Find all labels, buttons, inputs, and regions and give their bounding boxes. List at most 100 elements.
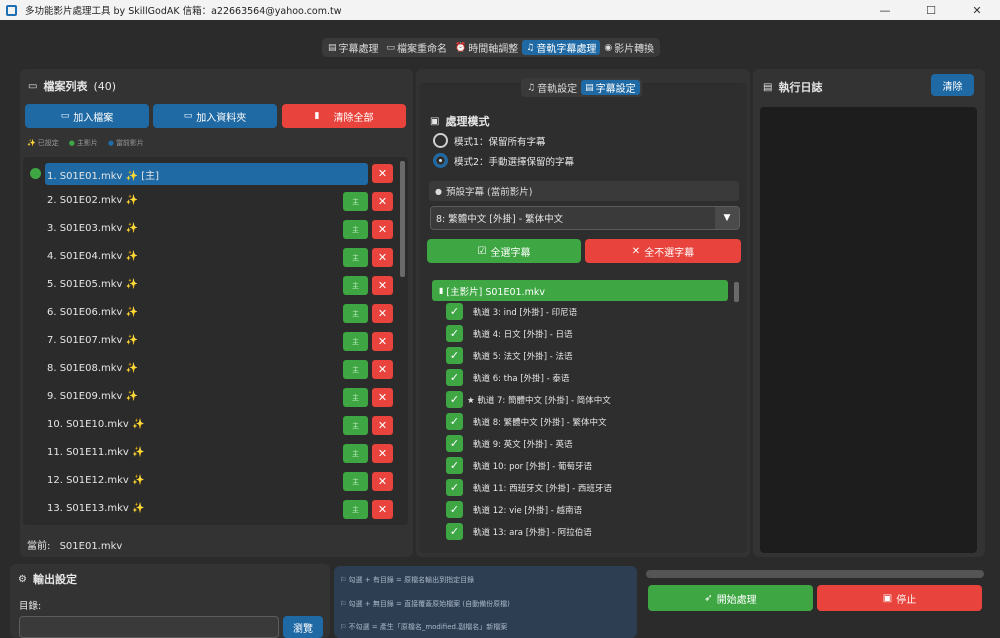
checkbox-checked[interactable]: ✓ xyxy=(446,479,463,496)
set-main-button[interactable]: 主 xyxy=(343,248,368,267)
track-item[interactable]: ✓ 軌道 5: 法文 [外掛] - 法语 xyxy=(446,345,572,366)
file-row[interactable]: 12. S01E12.mkv ✨ 主 ✕ xyxy=(23,471,393,493)
tab-audio-settings[interactable]: ♫ 音軌設定 xyxy=(523,80,581,96)
checkbox-checked[interactable]: ✓ xyxy=(446,347,463,364)
clear-all-button[interactable]: ▮ 清除全部 xyxy=(282,104,406,128)
tab-subtitle-processing[interactable]: ▤ 字幕處理 xyxy=(324,40,383,56)
tab-subtitle-settings[interactable]: ▤ 字幕設定 xyxy=(581,80,640,95)
tab-video-convert[interactable]: ◉ 影片轉換 xyxy=(600,40,658,56)
checkbox-checked[interactable]: ✓ xyxy=(446,391,463,408)
radio-button-selected[interactable] xyxy=(433,153,448,168)
file-name[interactable]: 8. S01E08.mkv ✨ xyxy=(47,363,138,374)
delete-file-button[interactable]: ✕ xyxy=(372,276,393,295)
track-item[interactable]: ✓ 軌道 6: tha [外掛] - 泰语 xyxy=(446,367,569,388)
file-row[interactable]: 5. S01E05.mkv ✨ 主 ✕ xyxy=(23,275,393,297)
file-name[interactable]: 7. S01E07.mkv ✨ xyxy=(47,335,138,346)
tab-timeline-adjust[interactable]: ⏰ 時間軸調整 xyxy=(451,40,522,56)
track-item[interactable]: ✓ 軌道 9: 英文 [外掛] - 英语 xyxy=(446,433,572,454)
maximize-button[interactable]: ☐ xyxy=(908,0,954,20)
set-main-button[interactable]: 主 xyxy=(343,332,368,351)
file-row[interactable]: 10. S01E10.mkv ✨ 主 ✕ xyxy=(23,415,393,437)
deselect-all-button[interactable]: ✕ 全不選字幕 xyxy=(585,239,741,263)
file-row[interactable]: 7. S01E07.mkv ✨ 主 ✕ xyxy=(23,331,393,353)
add-folder-button[interactable]: ▭ 加入資料夾 xyxy=(153,104,277,128)
delete-file-button[interactable]: ✕ xyxy=(372,192,393,211)
file-row[interactable]: 6. S01E06.mkv ✨ 主 ✕ xyxy=(23,303,393,325)
file-name[interactable]: 13. S01E13.mkv ✨ xyxy=(47,503,144,514)
file-row[interactable]: 4. S01E04.mkv ✨ 主 ✕ xyxy=(23,247,393,269)
file-name[interactable]: 5. S01E05.mkv ✨ xyxy=(47,279,138,290)
track-item[interactable]: ✓ 軌道 10: por [外掛] - 葡萄牙语 xyxy=(446,455,592,476)
delete-file-button[interactable]: ✕ xyxy=(372,388,393,407)
close-button[interactable]: ✕ xyxy=(954,0,1000,20)
track-item[interactable]: ✓ 軌道 3: ind [外掛] - 印尼语 xyxy=(446,301,577,322)
set-main-button[interactable]: 主 xyxy=(343,472,368,491)
file-name[interactable]: 2. S01E02.mkv ✨ xyxy=(47,195,138,206)
track-item[interactable]: ✓ 軌道 8: 繁體中文 [外掛] - 繁体中文 xyxy=(446,411,606,432)
file-name[interactable]: 10. S01E10.mkv ✨ xyxy=(47,419,144,430)
set-main-button[interactable]: 主 xyxy=(343,500,368,519)
delete-file-button[interactable]: ✕ xyxy=(372,500,393,519)
file-row[interactable]: 1. S01E01.mkv ✨ [主] ✕ xyxy=(23,163,393,185)
delete-file-button[interactable]: ✕ xyxy=(372,164,393,183)
file-row[interactable]: 8. S01E08.mkv ✨ 主 ✕ xyxy=(23,359,393,381)
file-name[interactable]: 12. S01E12.mkv ✨ xyxy=(47,475,144,486)
track-item[interactable]: ✓ 軌道 4: 日文 [外掛] - 日语 xyxy=(446,323,572,344)
add-file-button[interactable]: ▭ 加入檔案 xyxy=(25,104,149,128)
log-textarea[interactable] xyxy=(760,107,977,553)
set-main-button[interactable]: 主 xyxy=(343,192,368,211)
file-name[interactable]: 11. S01E11.mkv ✨ xyxy=(47,447,144,458)
checkbox-checked[interactable]: ✓ xyxy=(446,303,463,320)
set-main-button[interactable]: 主 xyxy=(343,388,368,407)
file-list-scrollbar[interactable] xyxy=(400,161,405,277)
file-row[interactable]: 9. S01E09.mkv ✨ 主 ✕ xyxy=(23,387,393,409)
radio-button[interactable] xyxy=(433,133,448,148)
delete-file-button[interactable]: ✕ xyxy=(372,332,393,351)
file-name[interactable]: 4. S01E04.mkv ✨ xyxy=(47,251,138,262)
minimize-button[interactable]: — xyxy=(862,0,908,20)
file-name[interactable]: 1. S01E01.mkv ✨ [主] xyxy=(47,167,159,182)
file-name[interactable]: 3. S01E03.mkv ✨ xyxy=(47,223,138,234)
track-item[interactable]: ✓ 軌道 12: vie [外掛] - 越南语 xyxy=(446,499,582,520)
checkbox-checked[interactable]: ✓ xyxy=(446,413,463,430)
set-main-button[interactable]: 主 xyxy=(343,276,368,295)
delete-file-button[interactable]: ✕ xyxy=(372,360,393,379)
mode1-radio[interactable]: 模式1：保留所有字幕 xyxy=(433,133,546,148)
browse-button[interactable]: 瀏覽 xyxy=(283,616,323,638)
start-button[interactable]: ➶ 開始處理 xyxy=(648,585,813,611)
delete-file-button[interactable]: ✕ xyxy=(372,416,393,435)
set-main-button[interactable]: 主 xyxy=(343,416,368,435)
checkbox-checked[interactable]: ✓ xyxy=(446,369,463,386)
set-main-button[interactable]: 主 xyxy=(343,444,368,463)
set-main-button[interactable]: 主 xyxy=(343,304,368,323)
stop-button[interactable]: ▣ 停止 xyxy=(817,585,982,611)
tab-file-rename[interactable]: ▭ 檔案重命名 xyxy=(383,40,452,56)
file-row[interactable]: 13. S01E13.mkv ✨ 主 ✕ xyxy=(23,499,393,521)
chevron-down-icon[interactable]: ▼ xyxy=(715,207,739,229)
track-item[interactable]: ✓ 軌道 13: ara [外掛] - 阿拉伯语 xyxy=(446,521,592,542)
checkbox-checked[interactable]: ✓ xyxy=(446,523,463,540)
checkbox-checked[interactable]: ✓ xyxy=(446,501,463,518)
checkbox-checked[interactable]: ✓ xyxy=(446,457,463,474)
track-item[interactable]: ✓ ★ 軌道 7: 簡體中文 [外掛] - 简体中文 xyxy=(446,389,611,410)
delete-file-button[interactable]: ✕ xyxy=(372,220,393,239)
output-dir-input[interactable] xyxy=(19,616,279,638)
delete-file-button[interactable]: ✕ xyxy=(372,248,393,267)
select-all-button[interactable]: ☑ 全選字幕 xyxy=(427,239,581,263)
checkbox-checked[interactable]: ✓ xyxy=(446,325,463,342)
delete-file-button[interactable]: ✕ xyxy=(372,444,393,463)
file-name[interactable]: 6. S01E06.mkv ✨ xyxy=(47,307,138,318)
default-subtitle-select[interactable]: 8: 繁體中文 [外掛] - 繁体中文 ▼ xyxy=(430,206,740,230)
track-list-scrollbar[interactable] xyxy=(734,282,739,302)
mode2-radio[interactable]: 模式2：手動選擇保留的字幕 xyxy=(433,153,574,168)
file-row[interactable]: 11. S01E11.mkv ✨ 主 ✕ xyxy=(23,443,393,465)
set-main-button[interactable]: 主 xyxy=(343,220,368,239)
tab-audio-subtitle[interactable]: ♫ 音軌字幕處理 xyxy=(522,40,601,55)
file-row[interactable]: 3. S01E03.mkv ✨ 主 ✕ xyxy=(23,219,393,241)
file-row[interactable]: 2. S01E02.mkv ✨ 主 ✕ xyxy=(23,191,393,213)
file-name[interactable]: 9. S01E09.mkv ✨ xyxy=(47,391,138,402)
delete-file-button[interactable]: ✕ xyxy=(372,304,393,323)
checkbox-checked[interactable]: ✓ xyxy=(446,435,463,452)
set-main-button[interactable]: 主 xyxy=(343,360,368,379)
clear-log-button[interactable]: 清除 xyxy=(931,74,974,96)
